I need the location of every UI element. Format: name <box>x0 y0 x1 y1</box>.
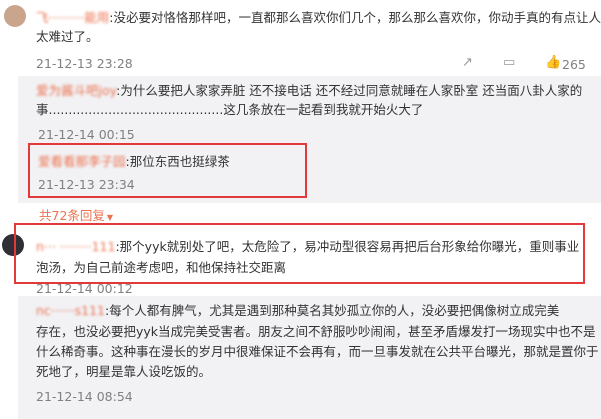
comment-text-continued: 什么稀奇事。这种事在漫长的岁月中很难保证不会再有，而一旦事发就在公共平台曝光，那… <box>36 344 599 359</box>
comment-body: nc······s111:每个人都有脾气，尤其是遇到那种莫名其妙孤立你的人，没必… <box>36 301 559 320</box>
reply-author[interactable]: 爱为酱斗吧joy <box>36 83 116 98</box>
more-replies-label: 共72条回复 <box>39 208 105 223</box>
comment-text: :没必要对恪恪那样吧，一直都那么喜欢你们几个，那么那么喜欢你，你动手真的有点让人 <box>109 10 601 25</box>
reply-body: 爱为酱斗吧joy:为什么要把人家家弄脏 还不接电话 还不经过同意就睡在人家卧室 … <box>36 81 582 100</box>
commenter-name[interactable]: 飞·········能用 <box>36 10 109 25</box>
reply-text: :那位东西也挺绿茶 <box>125 154 230 169</box>
reply-timestamp: 21-12-14 00:15 <box>38 127 135 142</box>
comment-text-continued: 存在，也没必要把yyk当成完美受害者。朋友之间不舒服吵吵闹闹，甚至矛盾爆发打一场… <box>36 324 596 339</box>
comment-text-continued: 死地了，明星是靠人设吃饭的。 <box>36 364 212 379</box>
share-icon[interactable]: ↗ <box>462 55 473 70</box>
reply-timestamp: 21-12-13 23:34 <box>38 177 135 192</box>
comment-timestamp: 21-12-13 23:28 <box>36 56 133 71</box>
reply-text: :为什么要把人家家弄脏 还不接电话 还不经过同意就睡在人家卧室 还当面八卦人家的 <box>116 83 583 98</box>
comment-text: :每个人都有脾气，尤其是遇到那种莫名其妙孤立你的人，没必要把偶像树立成完美 <box>105 303 560 318</box>
comment-text: :那个yyk就别处了吧，太危险了，易冲动型很容易再把后台形象给你曝光，重则事业 <box>115 239 580 254</box>
chevron-down-icon: ▼ <box>106 213 114 222</box>
reply-author[interactable]: 爱看看那李子园 <box>38 154 126 169</box>
comment-body: 飞·········能用:没必要对恪恪那样吧，一直都那么喜欢你们几个，那么那么喜… <box>36 8 601 27</box>
comment-body: n··· ········111:那个yyk就别处了吧，太危险了，易冲动型很容易… <box>36 237 579 256</box>
reply-text-continued: 事.......................................… <box>36 102 424 117</box>
commenter-name[interactable]: nc······s111 <box>36 303 105 318</box>
like-icon[interactable]: 👍 <box>545 55 561 70</box>
comment-icon[interactable]: ▭ <box>503 55 515 70</box>
more-replies-link[interactable]: 共72条回复 ▼ <box>39 205 113 224</box>
comment-text-continued: 泡汤，为自己前途考虑吧，和他保持社交距离 <box>36 260 287 275</box>
commenter-name[interactable]: n··· ········111 <box>36 239 115 254</box>
comment-text-continued: 太难过了。 <box>36 29 99 44</box>
comment-timestamp: 21-12-14 08:54 <box>36 389 133 404</box>
avatar[interactable] <box>4 5 26 27</box>
reply-body: 爱看看那李子园:那位东西也挺绿茶 <box>38 152 230 171</box>
like-count: 265 <box>562 57 586 72</box>
comment-timestamp: 21-12-14 00:12 <box>36 281 133 296</box>
